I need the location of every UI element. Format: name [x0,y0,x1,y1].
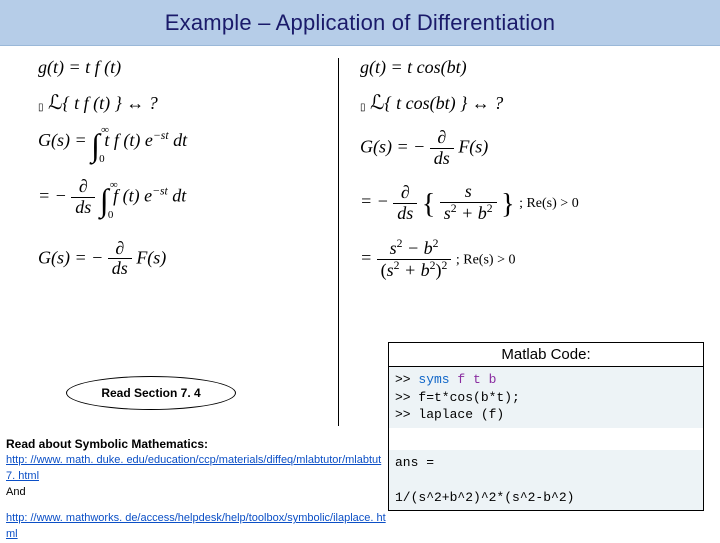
page-title: Example – Application of Differentiation [165,10,555,36]
eq-right-2: ▯ℒ{ t cos(bt) } ↔ ? [360,92,700,114]
eq-left-1: g(t) = t f (t) [38,58,328,78]
read-section-callout: Read Section 7. 4 [66,376,236,410]
matlab-code-output: ans = 1/(s^2+b^2)^2*(s^2-b^2) [389,450,703,511]
eq-right-3: G(s) = − ∂ds F(s) [360,128,700,169]
eq-left-5: G(s) = − ∂ds F(s) [38,239,328,280]
link-mathworks[interactable]: http: //www. mathworks. de/access/helpde… [6,512,386,540]
left-column: g(t) = t f (t) ▯ℒ{ t f (t) } ↔ ? G(s) = … [38,58,328,293]
column-divider [338,58,339,426]
eq-right-5: = s2 − b2 (s2 + b2)2 ; Re(s) > 0 [360,238,700,281]
eq-left-4: = − ∂ds ∫∞0 f (t) e−st dt [38,177,328,219]
link-duke[interactable]: http: //www. math. duke. edu/education/c… [6,454,381,482]
eq-left-3: G(s) = ∫∞0 t f (t) e−st dt [38,128,328,163]
footer-links: Read about Symbolic Mathematics: http: /… [6,436,386,543]
content-area: g(t) = t f (t) ▯ℒ{ t f (t) } ↔ ? G(s) = … [0,46,720,540]
title-bar: Example – Application of Differentiation [0,0,720,46]
footer-heading: Read about Symbolic Mathematics: [6,436,386,453]
callout-label: Read Section 7. 4 [101,386,200,400]
eq-right-4: = − ∂ds { s s2 + b2 } ; Re(s) > 0 [360,182,700,224]
matlab-code-input: >> syms f t b >> f=t*cos(b*t); >> laplac… [389,367,703,428]
eq-right-1: g(t) = t cos(bt) [360,58,700,78]
eq-left-2: ▯ℒ{ t f (t) } ↔ ? [38,92,328,114]
right-column: g(t) = t cos(bt) ▯ℒ{ t cos(bt) } ↔ ? G(s… [360,58,700,295]
footer-and: And [6,485,386,501]
matlab-code-box: Matlab Code: >> syms f t b >> f=t*cos(b*… [388,342,704,511]
matlab-header: Matlab Code: [389,343,703,367]
